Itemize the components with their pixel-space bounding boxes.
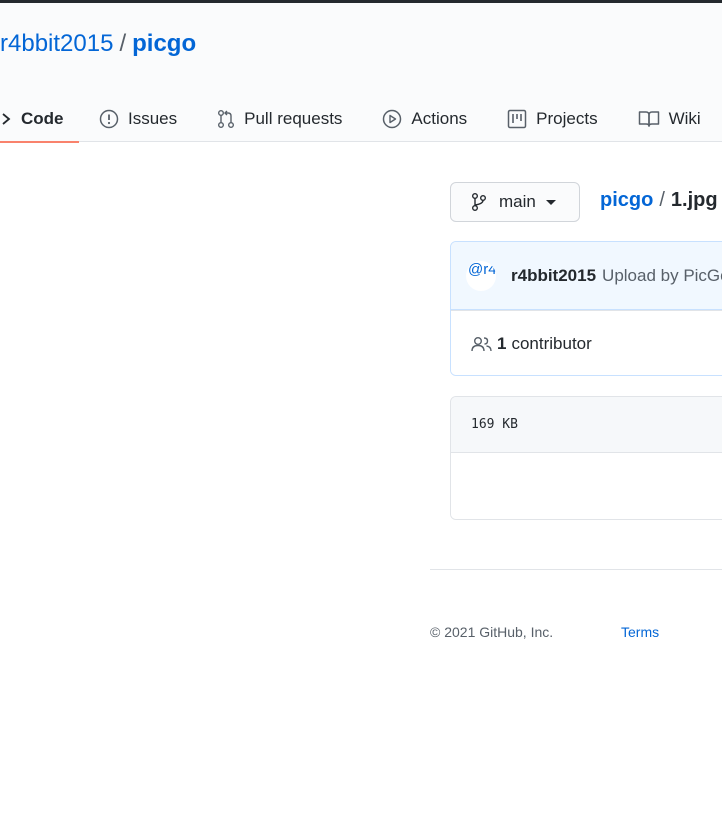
breadcrumb-separator: / (659, 189, 665, 211)
book-icon (638, 110, 659, 127)
repo-owner-link[interactable]: r4bbit2015 (0, 30, 113, 57)
commit-message-link[interactable]: Upload by PicGo (602, 266, 722, 286)
file-breadcrumb: picgo /1.jpg (600, 187, 718, 213)
people-icon (471, 336, 492, 351)
repo-name-link[interactable]: picgo (132, 30, 196, 57)
latest-commit-box: @r4b r4bbit2015 Upload by PicGo 1 contri… (450, 241, 722, 376)
footer-copyright: © 2021 GitHub, Inc. (430, 624, 554, 640)
latest-commit-header: @r4b r4bbit2015 Upload by PicGo (451, 242, 722, 310)
issue-opened-icon (99, 109, 119, 128)
repository-header: r4bbit2015/picgo Code Issues Pull reques… (0, 3, 722, 143)
repo-separator: / (119, 30, 127, 57)
tab-wiki-label: Wiki (668, 108, 701, 128)
file-size: 169 KB (471, 417, 518, 432)
tab-issues-label: Issues (128, 108, 178, 128)
file-info-bar: 169 KB (451, 397, 722, 453)
project-icon (507, 109, 527, 128)
tab-actions-label: Actions (411, 108, 468, 128)
tab-pull-requests-label: Pull requests (244, 108, 343, 128)
tab-issues[interactable]: Issues (79, 95, 197, 142)
tab-wiki[interactable]: Wiki (618, 95, 721, 142)
branch-select-button[interactable]: main (450, 182, 580, 222)
tab-code[interactable]: Code (0, 95, 79, 143)
code-icon (2, 112, 11, 125)
tab-pull-requests[interactable]: Pull requests (197, 95, 362, 142)
contributor-label: contributor (511, 333, 592, 353)
contributor-count: 1 (497, 333, 507, 353)
repo-nav-tabs: Code Issues Pull requests Actions Projec… (0, 95, 721, 143)
commit-author-link[interactable]: r4bbit2015 (511, 266, 596, 286)
repo-title: r4bbit2015/picgo (0, 29, 196, 59)
tab-code-label: Code (21, 108, 64, 128)
git-branch-icon (472, 193, 486, 211)
file-viewer: 169 KB (450, 396, 722, 520)
breadcrumb-file-name: 1.jpg (670, 189, 718, 211)
tab-actions[interactable]: Actions (362, 95, 487, 142)
tab-projects-label: Projects (536, 108, 598, 128)
footer-terms-link[interactable]: Terms (621, 624, 659, 640)
contributors-row[interactable]: 1 contributor (451, 310, 722, 375)
branch-name: main (499, 192, 536, 211)
git-pull-request-icon (218, 109, 235, 128)
chevron-down-icon (545, 199, 556, 205)
tab-projects[interactable]: Projects (487, 95, 617, 142)
footer-divider (430, 569, 722, 570)
breadcrumb-repo-link[interactable]: picgo (600, 189, 653, 211)
play-icon (383, 109, 402, 128)
file-content (451, 453, 722, 519)
avatar[interactable]: @r4b (466, 260, 496, 291)
